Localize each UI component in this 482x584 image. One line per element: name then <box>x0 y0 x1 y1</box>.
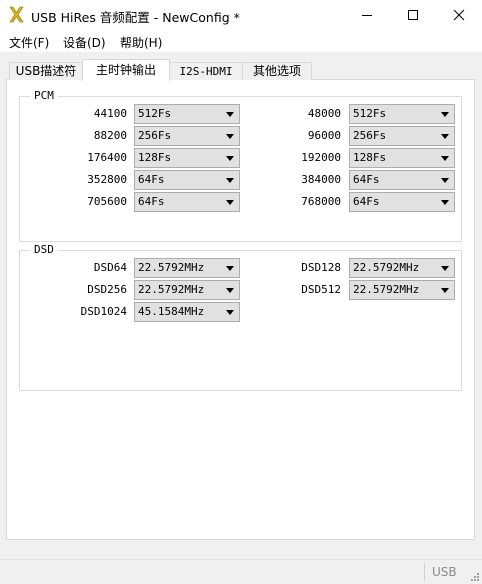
chevron-down-icon <box>441 112 449 117</box>
pcm-352800-select[interactable]: 64Fs <box>134 170 240 190</box>
tab-usb-descriptor[interactable]: USB描述符 <box>9 62 83 80</box>
dsd-rate-label: DSD1024 <box>80 305 127 318</box>
pcm-705600-select[interactable]: 64Fs <box>134 192 240 212</box>
chevron-down-icon <box>441 156 449 161</box>
app-logo-icon <box>9 6 24 23</box>
minimize-icon <box>362 15 372 16</box>
pcm-rate-label: 192000 <box>301 151 341 164</box>
dsd512-select[interactable]: 22.5792MHz <box>349 280 455 300</box>
tab-panel-master-clock: PCM 44100 512Fs 48000 512Fs 88200 256Fs … <box>6 80 475 540</box>
maximize-button[interactable] <box>390 0 436 30</box>
chevron-down-icon <box>226 200 234 205</box>
select-value: 64Fs <box>353 195 380 208</box>
dsd128-select[interactable]: 22.5792MHz <box>349 258 455 278</box>
select-value: 64Fs <box>353 173 380 186</box>
pcm-192000-select[interactable]: 128Fs <box>349 148 455 168</box>
pcm-44100-select[interactable]: 512Fs <box>134 104 240 124</box>
pcm-176400-select[interactable]: 128Fs <box>134 148 240 168</box>
select-value: 22.5792MHz <box>353 283 420 296</box>
dsd-group-legend: DSD <box>30 243 58 256</box>
pcm-768000-select[interactable]: 64Fs <box>349 192 455 212</box>
pcm-384000-select[interactable]: 64Fs <box>349 170 455 190</box>
chevron-down-icon <box>226 134 234 139</box>
close-icon <box>453 9 465 21</box>
maximize-icon <box>408 10 418 20</box>
pcm-rate-label: 705600 <box>87 195 127 208</box>
select-value: 64Fs <box>138 173 165 186</box>
chevron-down-icon <box>441 178 449 183</box>
select-value: 256Fs <box>353 129 387 142</box>
select-value: 512Fs <box>138 107 172 120</box>
chevron-down-icon <box>441 134 449 139</box>
pcm-group-legend: PCM <box>30 89 58 102</box>
pcm-rate-label: 176400 <box>87 151 127 164</box>
status-device: USB <box>432 565 457 579</box>
chevron-down-icon <box>441 200 449 205</box>
pcm-88200-select[interactable]: 256Fs <box>134 126 240 146</box>
pcm-96000-select[interactable]: 256Fs <box>349 126 455 146</box>
pcm-rate-label: 384000 <box>301 173 341 186</box>
select-value: 256Fs <box>138 129 172 142</box>
pcm-rate-label: 768000 <box>301 195 341 208</box>
resize-grip-icon[interactable] <box>470 572 480 582</box>
status-bar: USB <box>0 559 482 584</box>
menu-bar: 文件(F) 设备(D) 帮助(H) <box>0 30 482 52</box>
select-value: 22.5792MHz <box>138 283 205 296</box>
menu-file[interactable]: 文件(F) <box>9 34 49 51</box>
dsd-rate-label: DSD64 <box>93 261 127 274</box>
status-separator <box>424 563 425 581</box>
pcm-rate-label: 352800 <box>87 173 127 186</box>
dsd-rate-label: DSD128 <box>301 261 341 274</box>
select-value: 22.5792MHz <box>353 261 420 274</box>
chevron-down-icon <box>226 156 234 161</box>
dsd64-select[interactable]: 22.5792MHz <box>134 258 240 278</box>
title-bar[interactable]: USB HiRes 音频配置 - NewConfig * <box>0 0 482 30</box>
dsd1024-select[interactable]: 45.1584MHz <box>134 302 240 322</box>
select-value: 128Fs <box>353 151 387 164</box>
chevron-down-icon <box>226 112 234 117</box>
dsd-rate-label: DSD256 <box>87 283 127 296</box>
chevron-down-icon <box>441 288 449 293</box>
select-value: 45.1584MHz <box>138 305 205 318</box>
tab-master-clock[interactable]: 主时钟输出 <box>82 59 170 81</box>
pcm-rate-label: 44100 <box>93 107 127 120</box>
select-value: 64Fs <box>138 195 165 208</box>
pcm-rate-label: 96000 <box>307 129 341 142</box>
chevron-down-icon <box>226 266 234 271</box>
chevron-down-icon <box>226 178 234 183</box>
tab-i2s-hdmi[interactable]: I2S-HDMI <box>169 62 243 80</box>
close-button[interactable] <box>436 0 482 30</box>
pcm-48000-select[interactable]: 512Fs <box>349 104 455 124</box>
menu-help[interactable]: 帮助(H) <box>120 34 162 51</box>
tab-other-options[interactable]: 其他选项 <box>242 62 312 80</box>
pcm-rate-label: 48000 <box>307 107 341 120</box>
window-title: USB HiRes 音频配置 - NewConfig * <box>31 10 240 25</box>
chevron-down-icon <box>226 288 234 293</box>
dsd-rate-label: DSD512 <box>301 283 341 296</box>
select-value: 512Fs <box>353 107 387 120</box>
chevron-down-icon <box>226 310 234 315</box>
menu-device[interactable]: 设备(D) <box>63 34 106 51</box>
select-value: 128Fs <box>138 151 172 164</box>
select-value: 22.5792MHz <box>138 261 205 274</box>
pcm-rate-label: 88200 <box>93 129 127 142</box>
chevron-down-icon <box>441 266 449 271</box>
dsd256-select[interactable]: 22.5792MHz <box>134 280 240 300</box>
minimize-button[interactable] <box>344 0 390 30</box>
